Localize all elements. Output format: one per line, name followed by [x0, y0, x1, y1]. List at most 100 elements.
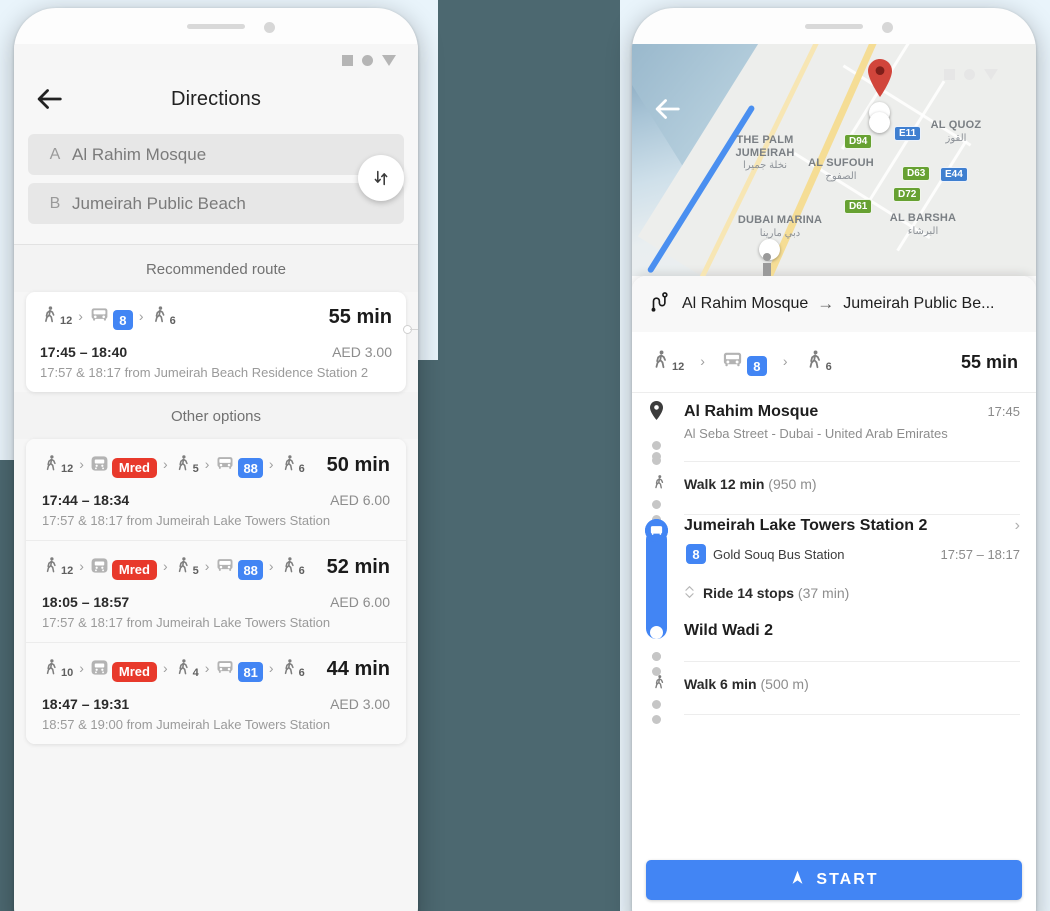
map-view[interactable]: THE PALM JUMEIRAH نخلة جميرا AL SUFOUH الصف… — [632, 44, 1036, 276]
walking-icon — [174, 658, 192, 681]
walking-icon — [174, 454, 192, 477]
swap-vertical-icon[interactable] — [358, 155, 404, 201]
step-time: 17:45 — [987, 404, 1020, 419]
step-title: Walk 12 min — [684, 476, 765, 492]
navigation-arrow-icon — [789, 869, 806, 891]
bus-icon — [215, 555, 235, 580]
bus-line-badge: 81 — [238, 662, 263, 682]
recommended-route-card[interactable]: 12 › 8 › 6 55 min 17:45 – 18:40 AED 3.00 17:… — [26, 292, 418, 392]
route-option-card[interactable]: 10 › Mred › 4 › 81 › 6 44 min 18:47 – 19:31 AED 3.0… — [26, 643, 406, 744]
destination-value: Jumeirah Public Beach — [72, 193, 246, 213]
leg-walk-minutes: 12 — [60, 315, 73, 327]
step-body: Walk 12 min (950 m) — [684, 462, 1020, 515]
expand-stops-icon[interactable] — [684, 584, 695, 603]
route-option-card[interactable]: 12 › Mred › 5 › 88 › 6 50 min 17:44 – 18:34 AED 6.0… — [26, 439, 406, 540]
map-shield-e44: E44 — [940, 167, 968, 182]
route-option-card[interactable]: 12 › Mred › 5 › 88 › 6 52 min 18:05 – 18:57 AED 6.0… — [26, 541, 406, 642]
step-body: Jumeirah Lake Towers Station 2 › 8 Gold Sou… — [684, 515, 1020, 582]
route-duration: 50 min — [326, 454, 390, 476]
timeline-dot — [652, 441, 661, 450]
leg-walk: 5 — [174, 454, 199, 477]
destination-field[interactable]: B Jumeirah Public Beach — [28, 183, 404, 224]
itinerary-step[interactable]: Al Rahim Mosque 17:45 Al Seba Street - Dub… — [632, 393, 1036, 465]
chevron-right-icon: › — [79, 558, 84, 574]
sheet-origin: Al Rahim Mosque — [682, 295, 809, 312]
walking-icon — [40, 305, 59, 329]
status-bar-right — [944, 58, 1020, 84]
leg-bus: 81 — [215, 657, 263, 682]
leg-walk: 5 — [174, 556, 199, 579]
walking-icon — [280, 658, 298, 681]
leg-walk: 12 — [42, 454, 73, 477]
itinerary-step[interactable]: Wild Wadi 2 — [632, 622, 1036, 676]
leg-walk-minutes: 5 — [192, 565, 199, 577]
route-summary[interactable]: 12 › 8 › 6 55 min — [632, 332, 1036, 393]
end-circle-icon — [650, 626, 663, 639]
front-camera-icon — [882, 22, 894, 33]
leg-walk-minutes: 6 — [298, 463, 305, 475]
leg-metro: Mred — [90, 556, 157, 580]
back-arrow-icon[interactable] — [32, 82, 66, 116]
chevron-right-icon: › — [79, 660, 84, 676]
phone-left-bezel — [14, 8, 418, 44]
route-fare: AED 6.00 — [330, 492, 390, 508]
phone-right-screen: THE PALM JUMEIRAH نخلة جميرا AL SUFOUH الصف… — [632, 44, 1036, 911]
leg-walk-minutes: 12 — [61, 463, 74, 475]
bus-line-badge: 8 — [112, 310, 133, 330]
start-button[interactable]: START — [646, 860, 1022, 900]
metro-line-badge: Mred — [111, 559, 157, 580]
summary-legs: 12 › 8 › 6 — [650, 348, 832, 376]
leg-metro: Mred — [90, 658, 157, 682]
chevron-right-icon: › — [79, 456, 84, 472]
step-ride[interactable]: Ride 14 stops (37 min) — [684, 584, 1020, 603]
back-arrow-icon[interactable] — [650, 92, 684, 126]
speaker-grille — [187, 24, 245, 29]
bus-icon — [89, 304, 110, 330]
timeline-rail — [632, 515, 684, 639]
step-title: Al Rahim Mosque — [684, 403, 819, 420]
leg-walk-minutes: 5 — [192, 463, 199, 475]
summary-duration: 55 min — [960, 351, 1018, 372]
phone-left-screen: Directions A Al Rahim Mosque B Jumeirah … — [14, 44, 418, 911]
itinerary-step[interactable]: Jumeirah Lake Towers Station 2 › 8 Gold Sou… — [632, 515, 1036, 639]
chevron-right-icon[interactable]: › — [1015, 517, 1020, 535]
walking-icon — [804, 349, 825, 375]
route-departures: 17:57 & 18:17 from Jumeirah Lake Towers … — [42, 615, 331, 630]
map-shield-d63: D63 — [902, 166, 931, 181]
map-label-al-quoz: AL QUOZ القوز — [930, 119, 982, 144]
leg-walk-minutes: 6 — [298, 667, 305, 679]
leg-walk: 4 — [174, 658, 199, 681]
origin-field[interactable]: A Al Rahim Mosque — [28, 134, 404, 175]
step-detail: (37 min) — [797, 585, 850, 601]
timeline-dot — [652, 700, 661, 709]
route-time-range: 18:05 – 18:57 — [42, 594, 130, 610]
timeline-dot — [652, 652, 661, 661]
step-line-name: Gold Souq Bus Station — [713, 546, 845, 562]
route-time-range: 17:44 – 18:34 — [42, 492, 130, 508]
square-icon — [944, 68, 955, 80]
map-shield-d61: D61 — [844, 199, 873, 214]
itinerary-step[interactable]: Walk 6 min (500 m) — [632, 652, 1036, 724]
step-body: Wild Wadi 2 — [684, 622, 1020, 662]
route-departures: 17:57 & 18:17 from Jumeirah Lake Towers … — [42, 513, 331, 528]
leg-walk-minutes: 12 — [672, 361, 685, 373]
chevron-right-icon: › — [268, 456, 274, 472]
origin-value: Al Rahim Mosque — [72, 144, 207, 164]
leg-walk: 12 — [40, 305, 72, 329]
map-label-the-palm-jumeirah: THE PALM JUMEIRAH نخلة جميرا — [735, 134, 795, 172]
leg-walk: 10 — [42, 658, 73, 681]
metro-icon — [90, 556, 109, 580]
map-marker-dot — [869, 112, 890, 133]
leg-walk: 6 — [150, 305, 176, 329]
leg-walk-minutes: 12 — [61, 565, 74, 577]
sheet-header[interactable]: Al Rahim Mosque → Jumeirah Public Be... — [632, 276, 1036, 332]
chevron-right-icon: › — [78, 307, 83, 324]
timeline-rail — [632, 652, 684, 724]
route-fare: AED 6.00 — [330, 594, 390, 610]
itinerary-step[interactable]: Ride 14 stops (37 min) — [632, 582, 1036, 622]
chevron-right-icon: › — [138, 307, 144, 324]
timeline-dot — [652, 452, 661, 461]
route-legs: 12 › 8 › 6 — [40, 304, 176, 330]
chevron-right-icon: › — [204, 456, 210, 472]
itinerary-step[interactable]: Walk 12 min (950 m) — [632, 452, 1036, 524]
